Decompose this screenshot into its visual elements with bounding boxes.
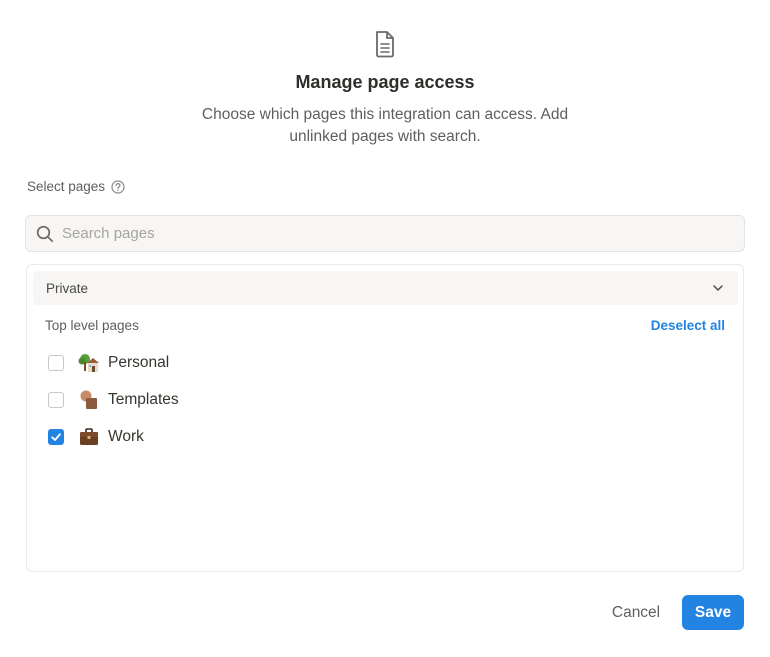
search-box[interactable] (25, 215, 745, 252)
house-with-tree-emoji-icon (78, 354, 99, 372)
list-header: Top level pages Deselect all (45, 318, 725, 333)
check-icon (51, 433, 61, 441)
question-circle-icon[interactable] (111, 179, 125, 194)
page-row-work[interactable]: Work (48, 425, 144, 449)
page-title-templates: Templates (108, 391, 179, 408)
search-input[interactable] (62, 225, 662, 242)
pages-panel: Private Top level pages Deselect all Per… (26, 264, 744, 572)
chevron-down-icon (713, 285, 723, 291)
page-checkbox-templates[interactable] (48, 392, 64, 408)
page-title-work: Work (108, 428, 144, 445)
dialog-subtitle: Choose which pages this integration can … (201, 106, 569, 145)
dialog-title: Manage page access (295, 72, 475, 92)
stacked-shapes-emoji-icon (80, 390, 97, 409)
select-pages-label: Select pages (27, 179, 106, 194)
page-title-personal: Personal (108, 354, 170, 371)
select-pages-label-row: Select pages (27, 179, 125, 194)
page-checkbox-personal[interactable] (48, 355, 64, 371)
document-icon (376, 31, 394, 58)
save-button[interactable]: Save (682, 595, 744, 630)
page-row-personal[interactable]: Personal (48, 351, 169, 375)
briefcase-emoji-icon (80, 428, 98, 445)
page-row-templates[interactable]: Templates (48, 388, 179, 412)
private-section-toggle[interactable]: Private (33, 271, 738, 305)
section-label: Private (46, 280, 89, 296)
page-checkbox-work[interactable] (48, 429, 64, 445)
cancel-button[interactable]: Cancel (601, 599, 671, 627)
manage-page-access-dialog: Manage page access Choose which pages th… (0, 0, 770, 657)
search-icon (36, 225, 54, 242)
deselect-all-button[interactable]: Deselect all (651, 318, 725, 333)
top-level-pages-label: Top level pages (45, 318, 139, 333)
